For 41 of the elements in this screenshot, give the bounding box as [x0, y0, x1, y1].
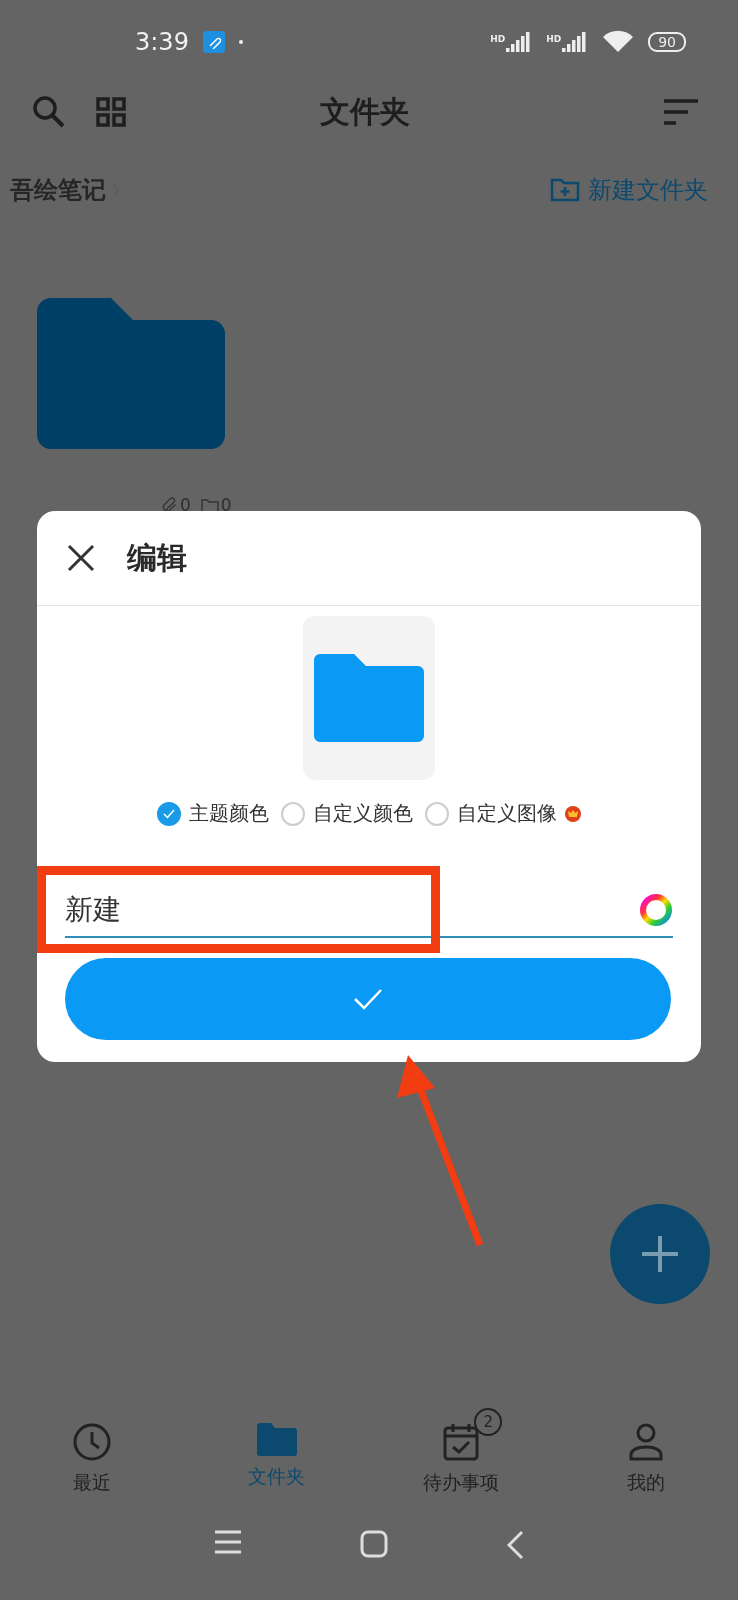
page-title: 文件夹: [319, 92, 411, 131]
name-input[interactable]: 新建: [65, 889, 639, 930]
folder-plus-icon: [550, 177, 580, 203]
nav-tab[interactable]: 2 待办事项: [369, 1404, 554, 1496]
battery-level: 90: [648, 32, 686, 52]
menu-icon[interactable]: [214, 1530, 242, 1554]
status-time: 3:39: [135, 28, 189, 56]
color-wheel-icon[interactable]: [639, 892, 673, 927]
wifi-icon: [602, 30, 635, 54]
network-label: HD: [490, 34, 506, 44]
folder-icon: [256, 1422, 297, 1456]
nav-tab[interactable]: 最近: [0, 1404, 185, 1496]
plus-icon: [642, 1236, 678, 1272]
check-icon: [353, 988, 383, 1010]
radio-option[interactable]: 自定义图像: [425, 800, 581, 827]
back-icon[interactable]: [506, 1530, 524, 1560]
name-field[interactable]: 新建: [65, 889, 673, 938]
network-label: HD: [546, 34, 562, 44]
signal-icon: [506, 32, 533, 52]
clock-icon: [72, 1422, 113, 1462]
notification-icon: [202, 31, 225, 53]
paperclip-icon: [162, 496, 178, 514]
folder-icon[interactable]: [37, 298, 225, 449]
nav-tab[interactable]: 我的: [553, 1404, 738, 1496]
count-badge: 2: [474, 1408, 503, 1436]
calendar-check-icon: [442, 1422, 481, 1462]
close-button[interactable]: [67, 544, 95, 572]
search-icon[interactable]: [32, 95, 66, 129]
grid-icon[interactable]: [96, 97, 126, 127]
person-icon: [627, 1422, 664, 1462]
sort-icon[interactable]: [664, 99, 698, 125]
dot-icon: [238, 40, 243, 44]
signal-icon: [562, 32, 589, 52]
radio-option[interactable]: 主题颜色: [157, 800, 269, 827]
dialog-title: 编辑: [127, 538, 187, 577]
breadcrumb-item[interactable]: 吾绘笔记: [10, 174, 106, 206]
check-icon: [163, 808, 175, 819]
new-folder-button[interactable]: 新建文件夹: [550, 174, 708, 206]
radio-option[interactable]: 自定义颜色: [281, 800, 413, 827]
nav-tab[interactable]: 文件夹: [184, 1404, 369, 1496]
home-icon[interactable]: [360, 1530, 388, 1558]
